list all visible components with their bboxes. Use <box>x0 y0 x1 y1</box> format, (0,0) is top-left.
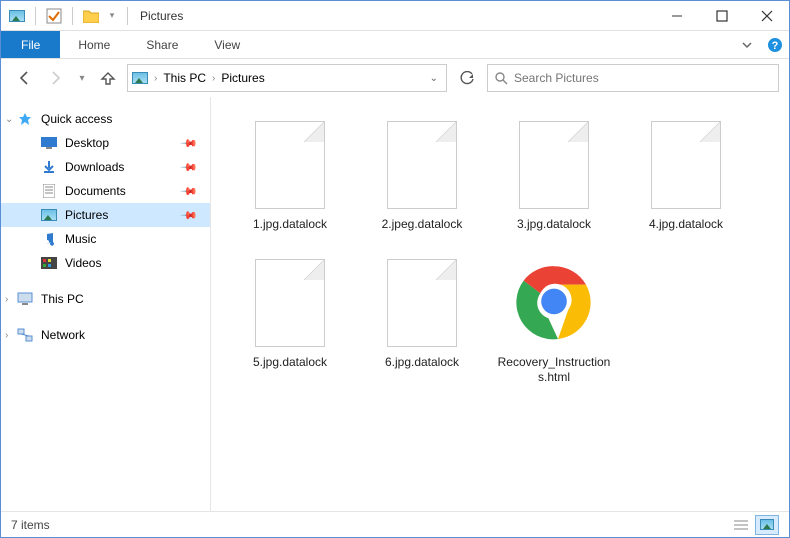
separator <box>35 7 36 25</box>
ribbon-expand-icon[interactable] <box>733 31 761 58</box>
breadcrumb-pictures[interactable]: Pictures <box>221 71 264 85</box>
separator <box>72 7 73 25</box>
navigation-bar: ▾ › This PC › Pictures ⌄ <box>1 59 789 97</box>
file-item[interactable]: 4.jpg.datalock <box>625 111 747 239</box>
sidebar-item-downloads[interactable]: Downloads 📌 <box>1 155 210 179</box>
sidebar-item-label: Pictures <box>65 208 108 222</box>
app-icon[interactable] <box>5 4 29 28</box>
sidebar-item-desktop[interactable]: Desktop 📌 <box>1 131 210 155</box>
maximize-button[interactable] <box>699 1 744 31</box>
search-box[interactable] <box>487 64 779 92</box>
sidebar-item-pictures[interactable]: Pictures 📌 <box>1 203 210 227</box>
file-label: 2.jpeg.datalock <box>382 217 463 233</box>
search-input[interactable] <box>514 71 772 85</box>
file-item[interactable]: 2.jpeg.datalock <box>361 111 483 239</box>
sidebar-item-label: Documents <box>65 184 126 198</box>
file-item[interactable]: 6.jpg.datalock <box>361 249 483 392</box>
blank-file-icon <box>382 117 462 213</box>
navigation-pane: ⌄ Quick access Desktop 📌 Downloads 📌 Doc… <box>1 97 211 511</box>
file-item[interactable]: 3.jpg.datalock <box>493 111 615 239</box>
title-bar: ▾ Pictures <box>1 1 789 31</box>
sidebar-item-label: This PC <box>41 292 84 306</box>
chrome-icon <box>514 255 594 351</box>
desktop-icon <box>41 135 57 151</box>
chevron-right-icon[interactable]: › <box>5 330 8 341</box>
file-item[interactable]: 5.jpg.datalock <box>229 249 351 392</box>
blank-file-icon <box>250 255 330 351</box>
file-label: Recovery_Instructions.html <box>497 355 611 386</box>
item-count: 7 items <box>11 518 50 532</box>
details-view-button[interactable] <box>729 515 753 535</box>
music-icon <box>41 231 57 247</box>
up-button[interactable] <box>95 65 121 91</box>
computer-icon <box>17 291 33 307</box>
sidebar-item-label: Network <box>41 328 85 342</box>
downloads-icon <box>41 159 57 175</box>
sidebar-item-music[interactable]: Music <box>1 227 210 251</box>
sidebar-quick-access[interactable]: ⌄ Quick access <box>1 107 210 131</box>
blank-file-icon <box>646 117 726 213</box>
ribbon-tab-view[interactable]: View <box>196 31 258 58</box>
pictures-icon <box>41 207 57 223</box>
window-controls <box>654 1 789 31</box>
chevron-right-icon: › <box>154 73 157 84</box>
file-item[interactable]: Recovery_Instructions.html <box>493 249 615 392</box>
videos-icon <box>41 255 57 271</box>
file-label: 5.jpg.datalock <box>253 355 327 371</box>
large-icons-view-button[interactable] <box>755 515 779 535</box>
file-label: 1.jpg.datalock <box>253 217 327 233</box>
blank-file-icon <box>382 255 462 351</box>
history-dropdown[interactable]: ▾ <box>75 73 89 84</box>
sidebar-item-videos[interactable]: Videos <box>1 251 210 275</box>
search-icon <box>494 71 508 85</box>
sidebar-item-documents[interactable]: Documents 📌 <box>1 179 210 203</box>
checkbox-icon[interactable] <box>42 4 66 28</box>
sidebar-network[interactable]: › Network <box>1 323 210 347</box>
file-label: 3.jpg.datalock <box>517 217 591 233</box>
ribbon: File Home Share View ? <box>1 31 789 59</box>
status-bar: 7 items <box>1 511 789 537</box>
file-list[interactable]: 1.jpg.datalock 2.jpeg.datalock 3.jpg.datal… <box>211 97 789 511</box>
window-title: Pictures <box>140 9 183 23</box>
ribbon-file-tab[interactable]: File <box>1 31 60 58</box>
file-label: 4.jpg.datalock <box>649 217 723 233</box>
pin-icon: 📌 <box>180 206 199 225</box>
documents-icon <box>41 183 57 199</box>
chevron-right-icon: › <box>212 73 215 84</box>
pin-icon: 📌 <box>180 182 199 201</box>
svg-text:?: ? <box>772 40 779 52</box>
location-icon <box>132 70 148 86</box>
quick-access-toolbar: ▾ <box>1 4 123 28</box>
ribbon-tab-share[interactable]: Share <box>128 31 196 58</box>
blank-file-icon <box>250 117 330 213</box>
minimize-button[interactable] <box>654 1 699 31</box>
qat-dropdown[interactable]: ▾ <box>105 4 119 28</box>
refresh-button[interactable] <box>453 64 481 92</box>
sidebar-this-pc[interactable]: › This PC <box>1 287 210 311</box>
back-button[interactable] <box>11 65 37 91</box>
folder-icon[interactable] <box>79 4 103 28</box>
pin-icon: 📌 <box>180 134 199 153</box>
blank-file-icon <box>514 117 594 213</box>
chevron-down-icon[interactable]: ⌄ <box>5 114 13 125</box>
breadcrumb-this-pc[interactable]: This PC <box>163 71 206 85</box>
sidebar-item-label: Downloads <box>65 160 124 174</box>
file-label: 6.jpg.datalock <box>385 355 459 371</box>
address-dropdown[interactable]: ⌄ <box>426 73 442 84</box>
sidebar-item-label: Videos <box>65 256 101 270</box>
sidebar-item-label: Music <box>65 232 96 246</box>
help-icon[interactable]: ? <box>761 31 789 58</box>
star-icon <box>17 111 33 127</box>
pin-icon: 📌 <box>180 158 199 177</box>
network-icon <box>17 327 33 343</box>
chevron-right-icon[interactable]: › <box>5 294 8 305</box>
address-bar[interactable]: › This PC › Pictures ⌄ <box>127 64 447 92</box>
separator <box>127 7 128 25</box>
sidebar-item-label: Quick access <box>41 112 112 126</box>
sidebar-item-label: Desktop <box>65 136 109 150</box>
forward-button[interactable] <box>43 65 69 91</box>
ribbon-tab-home[interactable]: Home <box>60 31 128 58</box>
close-button[interactable] <box>744 1 789 31</box>
file-item[interactable]: 1.jpg.datalock <box>229 111 351 239</box>
